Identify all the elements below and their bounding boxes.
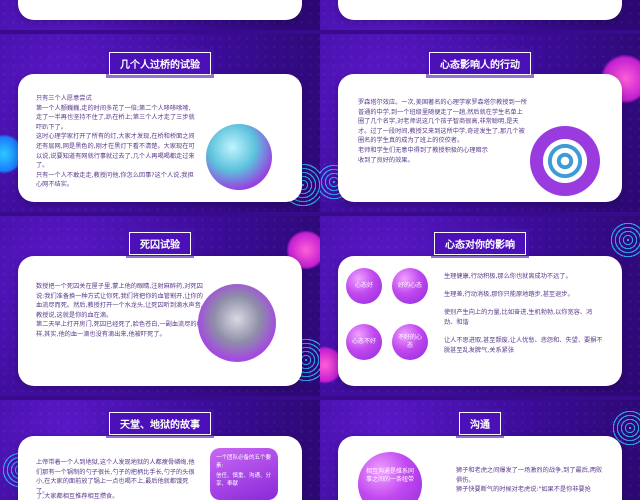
handshake-image	[206, 124, 272, 190]
deco-lines	[610, 222, 640, 258]
circle-label: 心态不好	[351, 338, 376, 345]
slide-title: 沟通	[459, 412, 501, 435]
team-elements-box: 一个团队必备的五个要素: 信任、慎重、沟通、分享、奉献	[210, 448, 278, 500]
slide-card	[338, 0, 622, 20]
slide-title: 死囚试验	[129, 232, 191, 255]
slide-body-text: 了,大家都相互推荐相互攒食。	[36, 493, 119, 500]
city-gears-image	[198, 284, 276, 362]
slide-communication[interactable]: 沟通 相互沟通是维系同事之间的一条纽带 狮子和老虎之间爆发了一场激烈的战争,到了…	[320, 400, 640, 500]
communication-circle-text: 相互沟通是维系同事之间的一条纽带	[366, 468, 415, 483]
slide-body-text: 数授把一个死囚关在屋子里,蒙上他的眼睛,注射麻醉药,对死囚说:我们准备换一种方式…	[36, 283, 203, 338]
circle-label: 不好的心态	[397, 334, 422, 349]
slide-prisoner-experiment[interactable]: 死囚试验 数授把一个死囚关在屋子里,蒙上他的眼睛,注射麻醉药,对死囚说:我们准备…	[0, 216, 320, 396]
slide-title: 心态对你的影响	[434, 232, 526, 255]
effect-line: 使别产生向上的力量,比如奋进,生机勃勃,以你宽容、鸿劲、和谐	[444, 309, 593, 326]
slide-top-right	[320, 0, 640, 30]
slide-body-text: 上帝带着一个人到地狱,这个人发现地狱的人都瘦骨嶙峋,他们那有一个锅制的勺子很长,…	[36, 459, 195, 495]
target-crowd-image	[530, 126, 600, 196]
slide-mindset-action[interactable]: 心态影响人的行动 罗森塔尔效应。一次,美国著名的心理学家罗森塔尔教授到一所普通的…	[320, 34, 640, 212]
slide-top-left	[0, 0, 320, 30]
team-box-items: 信任、慎重、沟通、分享、奉献	[216, 473, 272, 487]
slide-title: 心态影响人的行动	[429, 52, 531, 75]
slide-card	[18, 0, 302, 20]
circle-label: 好的心态	[397, 282, 422, 289]
slide-body-text: 只有三个人愿意尝试 第一个人颤巍巍,走的时间多花了一倍;第二个人哆哆嗦嗦,走了一…	[36, 95, 195, 189]
slide-title: 天堂、地狱的故事	[109, 412, 211, 435]
slide-body-text: 罗森塔尔效应。一次,美国著名的心理学家罗森塔尔教授到一所普通的中学,到一个班级里…	[358, 99, 528, 164]
slide-body-text: 狮子和老虎之间爆发了一场激烈的战争,到了最后,两败俱伤。 狮子快要断气的时候对老…	[456, 467, 603, 494]
effect-line: 生理健康,行动积极,那么你也就离成功不远了。	[444, 273, 572, 280]
circle-label: 心态好	[354, 282, 373, 289]
team-box-title: 一个团队必备的五个要素:	[216, 455, 272, 469]
slide-title: 几个人过桥的试验	[109, 52, 211, 75]
effect-line: 生理差,行动消极,那你只能原地踏步,甚至退步。	[444, 291, 574, 298]
slide-bridge-experiment[interactable]: 几个人过桥的试验 只有三个人愿意尝试 第一个人颤巍巍,走的时间多花了一倍;第二个…	[0, 34, 320, 212]
effect-line: 让人不思进取,甚至颓废,让人忧愁、悲怨和、失望、要摒不脱甚至乱发脾气,关系紧张	[444, 337, 603, 354]
slide-mindset-influence[interactable]: 心态对你的影响 心态好 好的心态 心态不好 不好的心态 生理健康,行动积极,那么…	[320, 216, 640, 396]
slide-heaven-hell-story[interactable]: 天堂、地狱的故事 上帝带着一个人到地狱,这个人发现地狱的人都瘦骨嶙峋,他们那有一…	[0, 400, 320, 500]
